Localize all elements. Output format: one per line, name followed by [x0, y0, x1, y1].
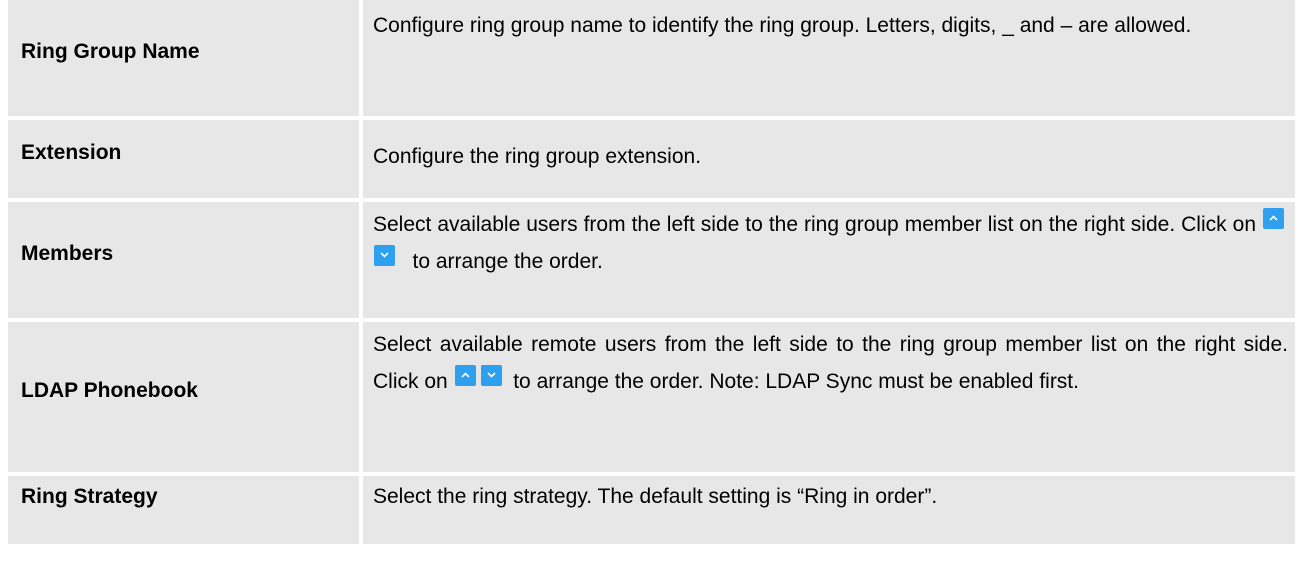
field-name-ring-strategy: Ring Strategy	[8, 476, 359, 544]
description-text: to arrange the order. Note: LDAP Sync mu…	[513, 370, 1079, 393]
chevron-down-icon	[374, 245, 395, 266]
field-description: Configure ring group name to identify th…	[363, 0, 1295, 116]
field-description: Configure the ring group extension.	[363, 120, 1295, 198]
chevron-down-icon	[480, 365, 502, 386]
field-name-extension: Extension	[8, 120, 359, 198]
field-description: Select available remote users from the l…	[363, 322, 1295, 472]
field-description-table: Ring Group Name Configure ring group nam…	[8, 0, 1295, 544]
field-description: Select available users from the left sid…	[363, 202, 1295, 318]
field-name-ring-group-name: Ring Group Name	[8, 0, 359, 116]
table-row: Members Select available users from the …	[8, 202, 1295, 318]
table-row: Ring Strategy Select the ring strategy. …	[8, 476, 1295, 544]
table-row: Ring Group Name Configure ring group nam…	[8, 0, 1295, 116]
chevron-up-icon	[454, 365, 476, 386]
table-row: Extension Configure the ring group exten…	[8, 120, 1295, 198]
description-text: Select available users from the left sid…	[373, 213, 1256, 236]
description-text: to arrange the order.	[412, 250, 603, 273]
field-name-members: Members	[8, 202, 359, 318]
chevron-up-icon	[1263, 208, 1284, 229]
field-name-ldap-phonebook: LDAP Phonebook	[8, 322, 359, 472]
table-row: LDAP Phonebook Select available remote u…	[8, 322, 1295, 472]
field-description: Select the ring strategy. The default se…	[363, 476, 1295, 544]
